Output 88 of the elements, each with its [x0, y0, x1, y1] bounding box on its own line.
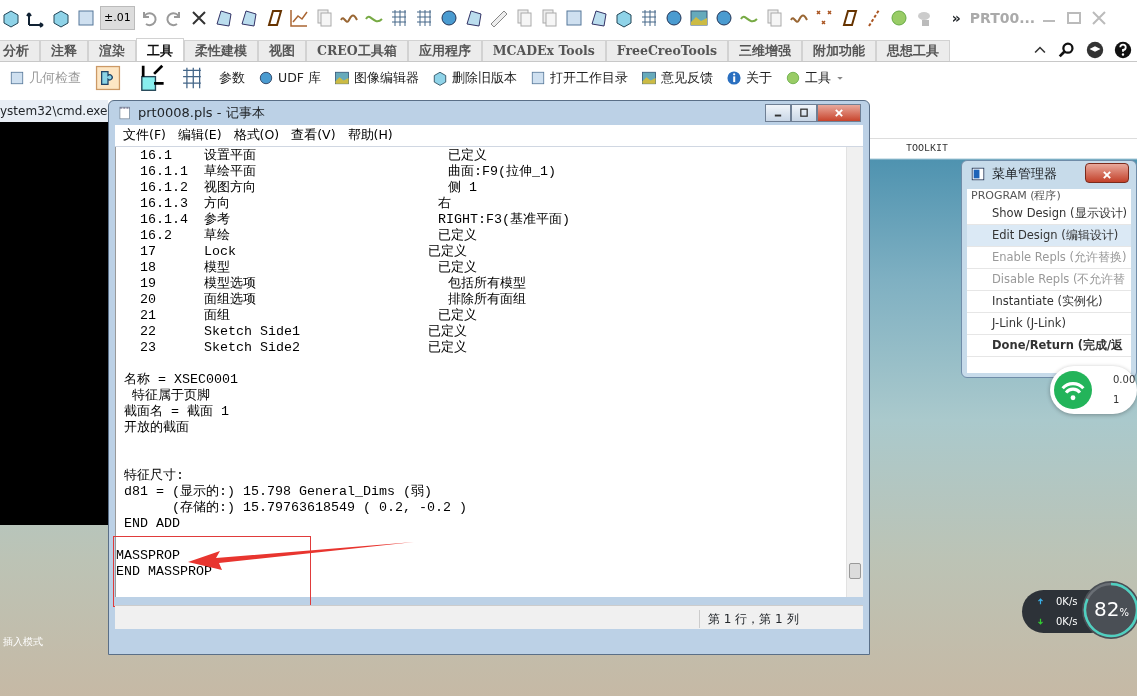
scrollbar-thumb[interactable]: [849, 563, 861, 579]
ribbon-tab[interactable]: 思想工具: [876, 40, 951, 61]
ribbon-command[interactable]: 关于: [724, 68, 772, 88]
mode-text: 插入模式: [3, 635, 43, 649]
window-title: PRT00...: [969, 8, 1036, 28]
group-label: TOOLKIT: [906, 142, 948, 156]
ribbon-tab[interactable]: FreeCreoTools: [605, 40, 729, 61]
menu-item[interactable]: Instantiate (实例化): [967, 291, 1131, 313]
text-line: END MASSPROP: [116, 564, 212, 580]
text-line: 16.2 草绘 已定义: [139, 228, 477, 244]
menu-item[interactable]: Edit Design (编辑设计): [967, 225, 1131, 247]
minimize-button[interactable]: [765, 104, 791, 122]
menu-item[interactable]: 编辑(E): [177, 126, 222, 145]
window-icon[interactable]: [970, 166, 986, 182]
maximize-icon[interactable]: [797, 106, 811, 120]
menu-header: PROGRAM (程序): [970, 189, 1062, 203]
text-line: MASSPROP: [116, 548, 180, 564]
help-icon[interactable]: [1113, 40, 1133, 60]
text-line: 17 Lock 已定义: [139, 244, 467, 260]
text-line: 23 Sketch Side2 已定义: [139, 340, 467, 356]
picture-icon[interactable]: [639, 69, 658, 87]
ribbon-command[interactable]: 参数: [219, 68, 245, 88]
ribbon-tab[interactable]: 三维增强: [728, 40, 803, 61]
notepad-icon[interactable]: [117, 105, 133, 121]
window-title: 菜单管理器: [992, 165, 1057, 184]
maximize-button[interactable]: [791, 104, 817, 122]
menu-item[interactable]: 文件(F): [123, 126, 166, 145]
graph-icon[interactable]: [287, 7, 310, 29]
ribbon-tab[interactable]: 渲染: [88, 40, 136, 61]
ribbon-command[interactable]: 意见反馈: [639, 68, 713, 88]
text-line: 16.1.3 方向 右: [139, 196, 451, 212]
menu-item[interactable]: 格式(O): [233, 126, 280, 145]
picture-icon[interactable]: [687, 7, 710, 29]
text-line: 16.1.1 草绘平面 曲面:F9(拉伸_1): [139, 164, 556, 180]
text-line: 名称 = XSEC0001: [123, 372, 238, 388]
ribbon-command[interactable]: 删除旧版本: [430, 68, 517, 88]
text-line: 19 模型选项 包括所有模型: [139, 276, 526, 292]
text-line: 特征尺寸:: [123, 468, 184, 484]
overflow-button[interactable]: »: [951, 7, 961, 29]
text-line: 21 面组 已定义: [139, 308, 477, 324]
download-speed: 0K/s: [1056, 615, 1078, 629]
ribbon-command[interactable]: 图像编辑器: [332, 68, 419, 88]
close-icon[interactable]: [832, 106, 846, 120]
text-line: d81 = (显示的:) 15.798 General_Dims (弱): [123, 484, 432, 500]
text-line: (存储的:) 15.79763618549 ( 0.2, -0.2 ): [171, 500, 467, 516]
ribbon-command[interactable]: 打开工作目录: [528, 68, 628, 88]
speed-text: 0.00: [1113, 373, 1136, 387]
ribbon-command[interactable]: 工具: [783, 68, 846, 88]
ribbon-tab[interactable]: 应用程序: [407, 40, 482, 61]
puzzle-icon[interactable]: [93, 64, 123, 92]
window-title: ystem32\cmd.exe: [0, 100, 108, 122]
menu-item[interactable]: 查看(V): [291, 126, 336, 145]
count-text: 1: [1113, 393, 1120, 407]
value-button[interactable]: ±.01: [100, 6, 135, 30]
window-title: prt0008.pls - 记事本: [138, 104, 265, 123]
percent-text: 82%: [1094, 597, 1129, 623]
menu-item[interactable]: 帮助(H): [347, 126, 393, 145]
upload-speed: 0K/s: [1056, 595, 1078, 609]
text-line: END ADD: [123, 516, 180, 532]
close-button[interactable]: [1085, 163, 1129, 183]
close-button[interactable]: [817, 104, 861, 122]
text-line: 特征属于页脚: [131, 388, 210, 404]
text-line: 18 模型 已定义: [139, 260, 477, 276]
scrollbar[interactable]: [846, 147, 863, 597]
sphere-icon[interactable]: [257, 69, 275, 87]
ribbon-tab[interactable]: CREO工具箱: [306, 40, 408, 61]
ribbon-tab[interactable]: MCADEx Tools: [481, 40, 606, 61]
text-line: 16.1.4 参考 RIGHT:F3(基准平面): [139, 212, 570, 228]
upload-arrow-icon[interactable]: [1036, 597, 1045, 606]
text-line: 22 Sketch Side1 已定义: [139, 324, 467, 340]
ribbon-tab[interactable]: 视图: [258, 40, 306, 61]
ribbon-command[interactable]: UDF 库: [257, 68, 321, 88]
text-line: 16.1.2 视图方向 侧 1: [139, 180, 477, 196]
menu-item[interactable]: Done/Return (完成/返: [967, 335, 1131, 357]
wifi-icon[interactable]: [1054, 371, 1092, 409]
ribbon-tab[interactable]: 柔性建模: [184, 40, 258, 61]
search-icon[interactable]: [1057, 40, 1077, 60]
ribbon-tab[interactable]: 工具: [136, 38, 184, 61]
text-line: 开放的截面: [123, 420, 189, 436]
ribbon-tab[interactable]: 附加功能: [802, 40, 877, 61]
text-line: 截面名 = 截面 1: [123, 404, 229, 420]
status-text: 第 1 行，第 1 列: [699, 610, 799, 628]
download-arrow-icon[interactable]: [1036, 617, 1045, 626]
picture-icon[interactable]: [332, 69, 351, 87]
ribbon-tab[interactable]: 分析: [0, 40, 40, 61]
text-line: 20 面组选项 排除所有面组: [139, 292, 526, 308]
text-line: 16.1 设置平面 已定义: [139, 148, 487, 164]
ribbon-tab[interactable]: 注释: [40, 40, 88, 61]
